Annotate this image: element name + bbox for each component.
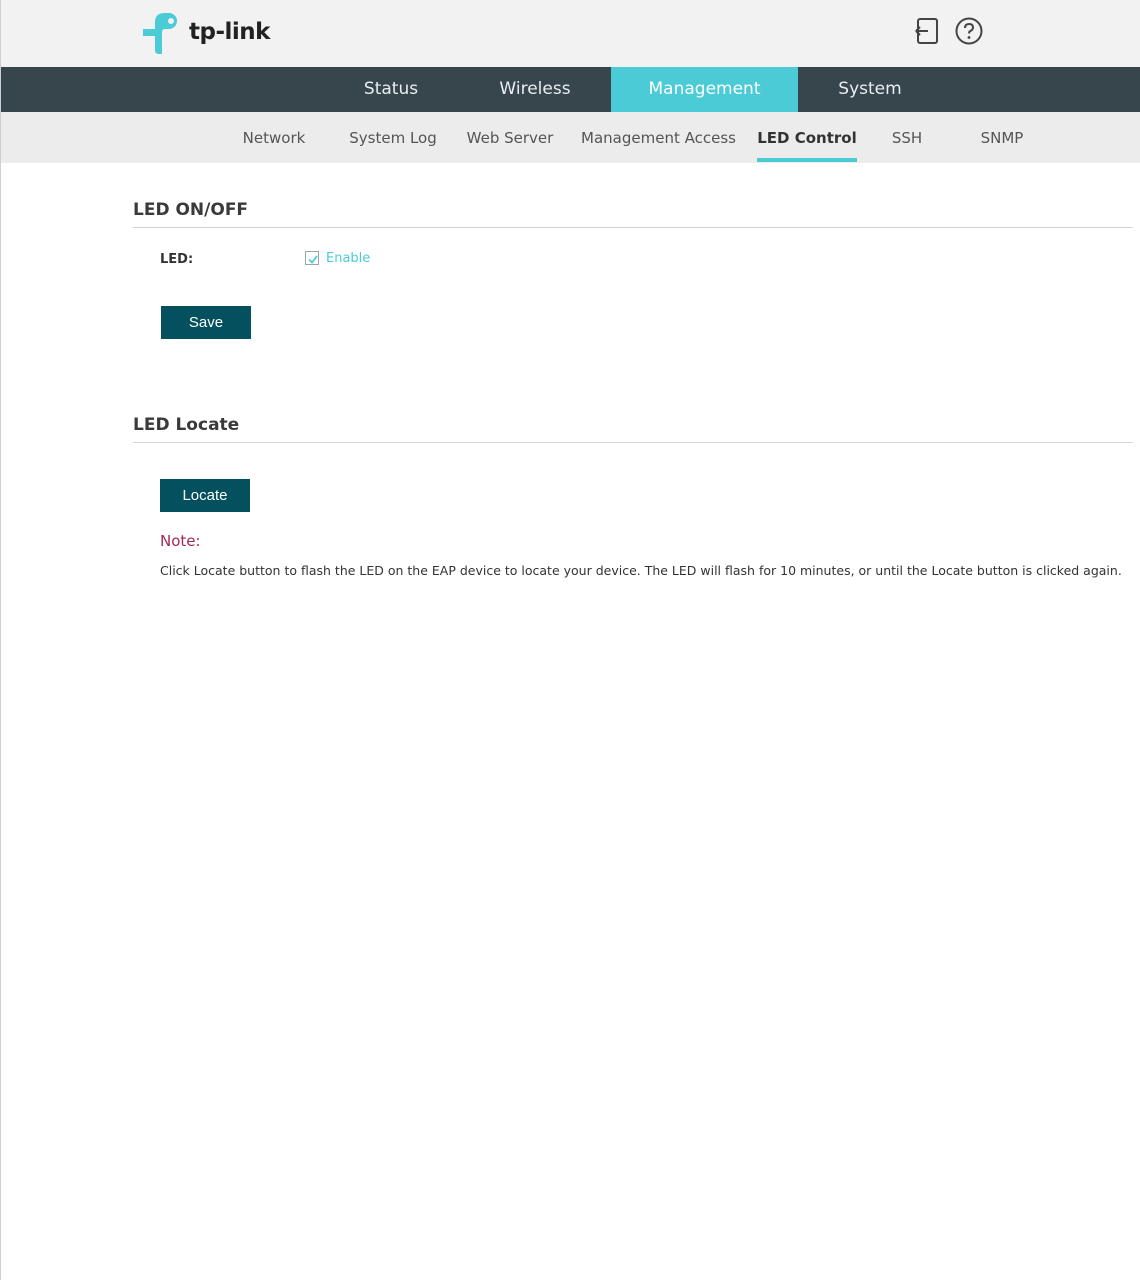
led-onoff-title: LED ON/OFF	[133, 200, 249, 220]
header: tp-link	[1, 0, 1140, 67]
led-locate-divider	[133, 442, 1133, 443]
main-nav-wireless[interactable]: Wireless	[471, 67, 599, 112]
locate-button[interactable]: Locate	[160, 479, 250, 512]
tp-link-logo[interactable]: tp-link	[141, 10, 270, 54]
tp-link-logo-mark-icon	[143, 13, 177, 54]
sub-nav-ssh[interactable]: SSH	[881, 112, 933, 163]
sub-nav-web-server[interactable]: Web Server	[464, 112, 556, 163]
sub-nav-snmp[interactable]: SNMP	[971, 112, 1033, 163]
main-nav-system[interactable]: System	[811, 67, 929, 112]
active-tab-indicator	[757, 158, 857, 162]
help-icon[interactable]	[954, 16, 984, 46]
led-locate-title: LED Locate	[133, 415, 240, 435]
sub-nav-management-access[interactable]: Management Access	[581, 112, 736, 163]
main-nav: Status Wireless Management System	[1, 67, 1140, 112]
led-enable-checkbox[interactable]	[305, 251, 319, 265]
led-field-label: LED:	[160, 252, 194, 267]
save-button[interactable]: Save	[161, 306, 251, 339]
sub-nav: Network System Log Web Server Management…	[1, 112, 1140, 163]
logo-text: tp-link	[189, 19, 270, 45]
logout-icon[interactable]	[912, 16, 942, 46]
led-onoff-divider	[133, 227, 1133, 228]
led-enable-label[interactable]: Enable	[326, 251, 370, 266]
checkmark-icon	[308, 255, 318, 264]
main-nav-status[interactable]: Status	[336, 67, 446, 112]
sub-nav-network[interactable]: Network	[233, 112, 315, 163]
sub-nav-system-log[interactable]: System Log	[344, 112, 442, 163]
sub-nav-led-control[interactable]: LED Control	[757, 112, 857, 163]
note-title: Note:	[160, 532, 201, 550]
note-text: Click Locate button to flash the LED on …	[160, 563, 1122, 578]
main-nav-management[interactable]: Management	[611, 67, 798, 112]
